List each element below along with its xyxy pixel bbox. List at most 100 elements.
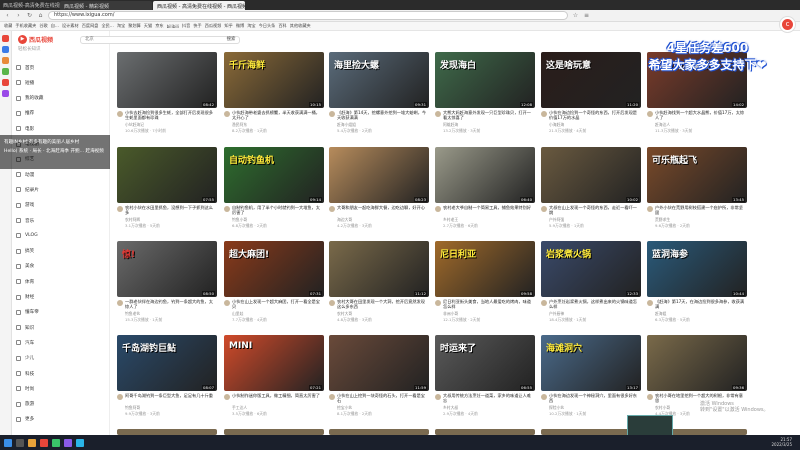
- sidebar-item[interactable]: 少儿: [16, 354, 106, 363]
- bookmark-item[interactable]: 百度网盘: [82, 23, 99, 29]
- author-avatar[interactable]: [117, 206, 123, 212]
- bookmark-item[interactable]: 西瓜视频: [205, 23, 222, 29]
- video-thumbnail[interactable]: 超大麻团! 07:31: [224, 241, 324, 297]
- url-input[interactable]: https://www.ixigua.com/: [48, 11, 568, 20]
- bookmark-item[interactable]: 抖音: [182, 23, 190, 29]
- video-title[interactable]: 农村小伙在水田里抓鱼，没想到一下子抓到这么多: [125, 205, 217, 216]
- video-card[interactable]: 自动钓鱼机 09:14 自制钓鱼机，用了半个小时就钓到一大堆鱼，太厉害了 钓鱼小…: [224, 147, 324, 240]
- author-avatar[interactable]: [329, 394, 335, 400]
- app-icon[interactable]: [76, 438, 84, 447]
- video-thumbnail[interactable]: 09:36: [647, 335, 747, 391]
- bookmark-item[interactable]: 知乎: [224, 23, 232, 29]
- author-avatar[interactable]: [329, 206, 335, 212]
- tab-1[interactable]: 西瓜视频 - 精彩视频: [60, 1, 152, 10]
- video-card[interactable]: 时运来了 06:55 大叔用传统方法烹饪一道菜，家乡的味道让人难忘 乡村大叔 2…: [435, 335, 535, 428]
- author-avatar[interactable]: [647, 394, 653, 400]
- bookmark-item[interactable]: 天猫: [144, 23, 152, 29]
- sidebar-item[interactable]: 推荐: [16, 109, 106, 118]
- video-thumbnail[interactable]: 尼日利亚 09:58: [435, 241, 535, 297]
- video-card[interactable]: 尼日利亚 09:58 尼日利亚街头美食，当地人最爱吃的烤肉，味道怎么样 非洲小哥…: [435, 241, 535, 334]
- author-avatar[interactable]: [647, 300, 653, 306]
- author-avatar[interactable]: [541, 111, 547, 117]
- video-title[interactable]: 自制钓鱼机，用了半个小时就钓到一大堆鱼，太厉害了: [232, 205, 324, 216]
- video-thumbnail[interactable]: 海里捡大螺 09:31: [329, 52, 429, 108]
- sidebar-item[interactable]: 音乐: [16, 216, 106, 225]
- video-thumbnail[interactable]: 06:40: [435, 147, 535, 203]
- video-card[interactable]: 11:59 小伙在山上挖到一块奇怪的石头，打开一看是宝石 挖宝小伙 8.1万次播…: [329, 335, 429, 428]
- app-icon[interactable]: [2, 68, 9, 75]
- bookmark-item[interactable]: 其他收藏夹: [290, 23, 311, 29]
- video-card[interactable]: 超大麻团! 07:31 小伙在山上发现一个超大麻团，打开一看全是宝贝 山里娃 7…: [224, 241, 324, 334]
- video-title[interactable]: 小伙在海边捡到一个奇怪的东西，打开后发现是价值17万的水晶: [549, 110, 641, 121]
- video-thumbnail[interactable]: MINI 07:21: [224, 335, 324, 391]
- tab-2[interactable]: 西瓜视频 - 高清免费在线视频 - 西瓜视频: [153, 1, 245, 10]
- video-title[interactable]: 大熊大妈赶海意外发现一只巨型珍珠贝，打开一看太惊喜了: [443, 110, 535, 121]
- author-avatar[interactable]: [541, 300, 547, 306]
- video-title[interactable]: 小伙在海边发现一个神秘洞穴，里面有很多好东西: [549, 393, 641, 404]
- sidebar-item[interactable]: 动漫: [16, 170, 106, 179]
- author-avatar[interactable]: [329, 300, 335, 306]
- app-icon[interactable]: [2, 90, 9, 97]
- video-thumbnail[interactable]: 11:12: [329, 241, 429, 297]
- sidebar-item[interactable]: 科技: [16, 369, 106, 378]
- video-card[interactable]: 岩浆煮火锅 12:33 户外烹饪岩浆煮火锅，这样煮出来的火锅味道怎么样 户外厨神…: [541, 241, 641, 334]
- video-title[interactable]: 小伙赶海找到一个超大水晶熊，价值17万，太惊人了: [655, 110, 747, 121]
- author-avatar[interactable]: [435, 300, 441, 306]
- video-card[interactable]: 08:42 小伙去赶海捡到很多生蚝，全部打开后发现很多生蚝里面都有珍珠 小伙赶海…: [117, 52, 217, 145]
- author-avatar[interactable]: [647, 206, 653, 212]
- bookmark-item[interactable]: 聚划算: [128, 23, 141, 29]
- video-thumbnail[interactable]: 07:55: [117, 147, 217, 203]
- author-avatar[interactable]: [435, 111, 441, 117]
- video-thumbnail[interactable]: 惊! 08:50: [117, 241, 217, 297]
- video-card[interactable]: 惊! 08:50 一群老伙伴在海边钓鱼，钓到一条超大的鱼，太惊人了 钓鱼老伙 1…: [117, 241, 217, 334]
- author-avatar[interactable]: [224, 111, 230, 117]
- sidebar-item[interactable]: 知识: [16, 323, 106, 332]
- author-avatar[interactable]: [435, 206, 441, 212]
- video-card[interactable]: 07:55 农村小伙在水田里抓鱼，没想到一下子抓到这么多 农村阿辉 3.1万次播…: [117, 147, 217, 240]
- video-title[interactable]: 小伙在山上发现一个超大麻团，打开一看全是宝贝: [232, 299, 324, 310]
- video-thumbnail[interactable]: 千斤海鲜 10:15: [224, 52, 324, 108]
- video-title[interactable]: 小伙赶海带老婆去抓螃蟹，半天收获满满一桶，太开心了: [232, 110, 324, 121]
- user-avatar[interactable]: c: [780, 17, 795, 32]
- video-thumbnail[interactable]: 蓝洞海参 10:44: [647, 241, 747, 297]
- bookmark-item[interactable]: 淘宝: [247, 23, 255, 29]
- video-thumbnail[interactable]: 海滩洞穴 13:17: [541, 335, 641, 391]
- bookmark-item[interactable]: 谷歌: [39, 23, 47, 29]
- home-icon[interactable]: ⌂: [37, 12, 44, 19]
- bookmark-item[interactable]: 全民...: [101, 23, 113, 29]
- sidebar-item[interactable]: 纪录片: [16, 185, 106, 194]
- video-title[interactable]: 小伙在山上挖到一块奇怪的石头，打开一看是宝石: [337, 393, 429, 404]
- video-title[interactable]: 阿哥千岛湖钓到一条巨型大鱼，足足有几十斤重: [125, 393, 213, 404]
- author-avatar[interactable]: [117, 394, 123, 400]
- bookmark-item[interactable]: 京东: [155, 23, 163, 29]
- refresh-icon[interactable]: ↻: [26, 12, 33, 19]
- app-icon[interactable]: [52, 438, 60, 447]
- video-title[interactable]: 小伙去赶海捡到很多生蚝，全部打开后发现很多生蚝里面都有珍珠: [125, 110, 217, 121]
- author-avatar[interactable]: [224, 300, 230, 306]
- video-card[interactable]: 08:23 大哥和朋友一起吃海鲜大餐，边吃边聊，好开心 海边大哥 4.2万次播放…: [329, 147, 429, 240]
- app-icon[interactable]: [2, 46, 9, 53]
- bookmark-item[interactable]: 淘宝: [117, 23, 125, 29]
- search-icon[interactable]: [16, 438, 24, 447]
- app-icon[interactable]: [2, 79, 9, 86]
- bookmark-item[interactable]: 百科: [278, 23, 286, 29]
- video-thumbnail[interactable]: 可乐瓶起飞 13:45: [647, 147, 747, 203]
- video-card[interactable]: 10:02 大叔在山上发现一个奇怪的东西，走近一看吓一跳 户外阿强 5.9万次播…: [541, 147, 641, 240]
- sidebar-item[interactable]: 搞笑: [16, 247, 106, 256]
- browser-icon[interactable]: [40, 438, 48, 447]
- bookmark-item[interactable]: 设计素材: [62, 23, 79, 29]
- video-card[interactable]: MINI 07:21 小伙制作迷你版工具，做工精细，简直太厉害了 手工达人 3.…: [224, 335, 324, 428]
- bookmark-item[interactable]: 收藏: [4, 23, 12, 29]
- video-thumbnail[interactable]: 08:42: [117, 52, 217, 108]
- video-title[interactable]: 大叔用传统方法烹饪一道菜，家乡的味道让人难忘: [443, 393, 535, 404]
- author-avatar[interactable]: [647, 111, 653, 117]
- author-avatar[interactable]: [224, 206, 230, 212]
- clock[interactable]: 21:57 2022/3/25: [771, 437, 792, 447]
- video-card[interactable]: 海滩洞穴 13:17 小伙在海边发现一个神秘洞穴，里面有很多好东西 探险小伙 1…: [541, 335, 641, 428]
- sidebar-item[interactable]: 美食: [16, 262, 106, 271]
- video-title[interactable]: 农村大哥在田里发现一个大洞，挖开后竟然发现这么多东西: [337, 299, 429, 310]
- video-card[interactable]: 蓝洞海参 10:44 《赶海》第17天，在海边捡到很多海参，收获满满 赶海姐 6…: [647, 241, 747, 334]
- author-avatar[interactable]: [435, 394, 441, 400]
- video-card[interactable]: 千斤海鲜 10:15 小伙赶海带老婆去抓螃蟹，半天收获满满一桶，太开心了 渔民阿…: [224, 52, 324, 145]
- video-title[interactable]: 尼日利亚街头美食，当地人最爱吃的烤肉，味道怎么样: [443, 299, 535, 310]
